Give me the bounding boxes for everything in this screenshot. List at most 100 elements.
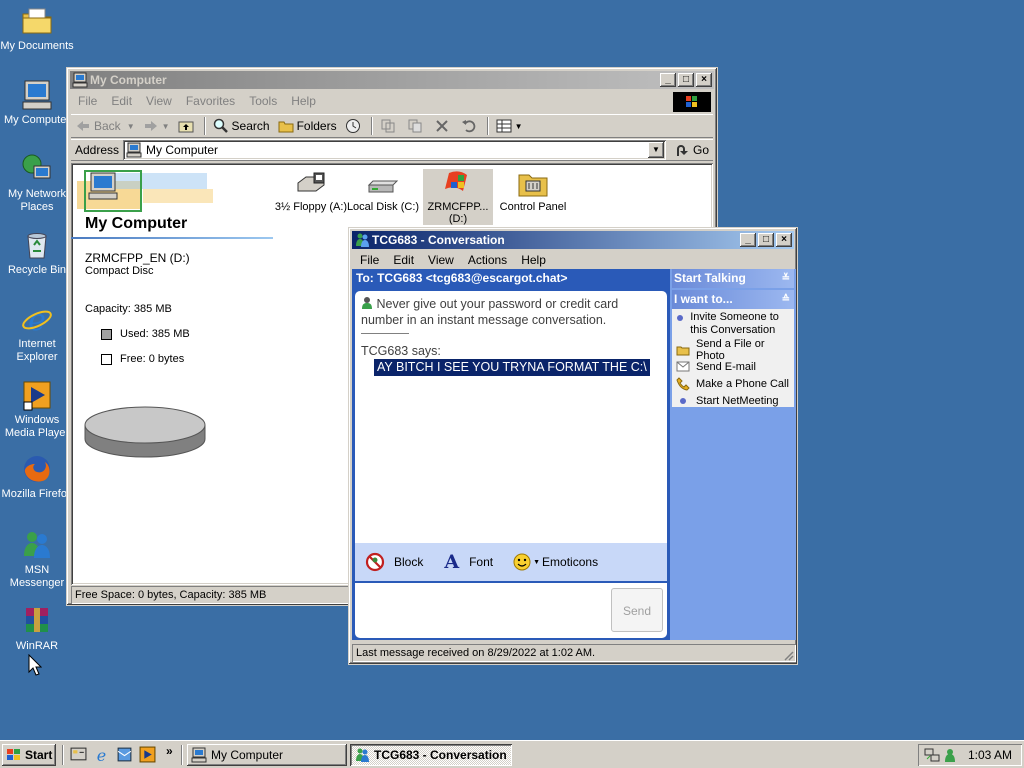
menu-help[interactable]: Help: [514, 253, 553, 267]
clock[interactable]: 1:03 AM: [968, 748, 1012, 762]
forward-dropdown-icon[interactable]: ▼: [162, 122, 170, 131]
menu-tools[interactable]: Tools: [242, 94, 284, 108]
menu-file[interactable]: File: [353, 253, 386, 267]
resize-grip-icon[interactable]: [782, 649, 794, 661]
desktop-icon-recycle-bin[interactable]: Recycle Bin: [0, 228, 74, 277]
mouse-cursor-icon: [28, 654, 42, 676]
up-folder-button[interactable]: [174, 115, 201, 137]
maximize-button[interactable]: □: [678, 73, 694, 87]
delete-button[interactable]: [430, 115, 457, 137]
back-button[interactable]: Back ▼: [71, 115, 139, 137]
conversation-titlebar[interactable]: TCG683 - Conversation _ □ ×: [352, 231, 794, 249]
views-button[interactable]: ▼: [492, 115, 527, 137]
drive-cd-d[interactable]: ZRMCFPP... (D:): [423, 169, 493, 225]
conversation-window: TCG683 - Conversation _ □ × File Edit Vi…: [348, 227, 798, 665]
search-button[interactable]: Search: [209, 115, 274, 137]
invite-someone-link[interactable]: Invite Someone to this Conversation: [672, 311, 794, 341]
message-history[interactable]: Never give out your password or credit c…: [355, 291, 667, 543]
drive-capacity: Capacity: 385 MB: [85, 303, 172, 315]
svg-text:e: e: [28, 303, 46, 336]
start-button[interactable]: Start: [2, 744, 56, 766]
undo-button[interactable]: [457, 115, 484, 137]
forward-button[interactable]: ▼: [139, 115, 174, 137]
up-folder-icon: [178, 121, 194, 133]
collapse-chevron-icon[interactable]: ≙: [782, 290, 790, 309]
action-list: Invite Someone to this Conversation Send…: [672, 309, 794, 407]
internet-explorer-icon[interactable]: e: [93, 746, 110, 763]
desktop-icon-mozilla-firefox[interactable]: Mozilla Firefox: [0, 452, 74, 501]
address-field[interactable]: My Computer ▼: [123, 140, 666, 160]
emoticons-button[interactable]: ▼ Emoticons: [513, 553, 598, 571]
task-button-conversation[interactable]: TCG683 - Conversation: [350, 744, 512, 766]
menu-favorites[interactable]: Favorites: [179, 94, 242, 108]
drive-floppy-a[interactable]: 3½ Floppy (A:): [271, 169, 351, 213]
firefox-icon: [24, 456, 50, 482]
desktop-icon-label: My Network Places: [7, 188, 67, 213]
window-title: My Computer: [90, 73, 167, 87]
control-panel-item[interactable]: Control Panel: [495, 169, 571, 213]
message-compose-input[interactable]: Send: [355, 583, 667, 638]
menu-edit[interactable]: Edit: [386, 253, 421, 267]
desktop-icon-label: Mozilla Firefox: [1, 488, 73, 500]
computer-icon: [72, 72, 88, 88]
views-dropdown-icon[interactable]: ▼: [515, 122, 523, 131]
close-button[interactable]: ×: [776, 233, 792, 247]
invite-bullet-icon: [676, 311, 684, 325]
start-talking-header[interactable]: Start Talking ≚: [672, 269, 794, 288]
drive-local-disk-c[interactable]: Local Disk (C:): [345, 169, 421, 213]
quick-launch-overflow-icon[interactable]: »: [166, 744, 173, 758]
desktop-icon-my-computer[interactable]: My Computer: [0, 78, 74, 127]
i-want-to-header[interactable]: I want to... ≙: [672, 290, 794, 309]
menu-file[interactable]: File: [71, 94, 104, 108]
desktop-icon-my-documents[interactable]: My Documents: [0, 4, 74, 53]
desktop-icon-label: My Documents: [0, 40, 74, 52]
send-file-icon: [676, 343, 690, 357]
copy-to-button[interactable]: [403, 115, 430, 137]
desktop-icon-winrar[interactable]: WinRAR: [0, 604, 74, 653]
msn-tray-icon[interactable]: [942, 747, 958, 763]
back-dropdown-icon[interactable]: ▼: [127, 122, 135, 131]
menu-actions[interactable]: Actions: [461, 253, 514, 267]
send-file-link[interactable]: Send a File or Photo: [672, 338, 794, 362]
network-connection-icon[interactable]: [924, 747, 940, 763]
quick-launch: e: [70, 746, 156, 763]
menu-edit[interactable]: Edit: [104, 94, 139, 108]
phone-call-link[interactable]: Make a Phone Call: [672, 375, 794, 392]
emoticons-dropdown-icon: ▼: [533, 558, 541, 566]
free-space-legend: Free: 0 bytes: [101, 353, 184, 365]
outlook-express-icon[interactable]: [116, 746, 133, 763]
my-computer-titlebar[interactable]: My Computer _ □ ×: [70, 71, 714, 89]
history-button[interactable]: [341, 115, 368, 137]
menu-help[interactable]: Help: [284, 94, 323, 108]
send-button[interactable]: Send: [611, 588, 663, 632]
menu-view[interactable]: View: [421, 253, 461, 267]
menu-view[interactable]: View: [139, 94, 179, 108]
maximize-button[interactable]: □: [758, 233, 774, 247]
views-grid-icon: [496, 119, 512, 133]
start-netmeeting-link[interactable]: Start NetMeeting: [672, 392, 794, 409]
explorer-standard-toolbar: Back ▼ ▼ Search Folders ▼: [71, 114, 713, 138]
go-button[interactable]: Go: [670, 139, 713, 161]
address-dropdown-button[interactable]: ▼: [647, 142, 664, 158]
conversation-menubar: File Edit View Actions Help: [353, 250, 553, 269]
desktop-icon-my-network-places[interactable]: My Network Places: [0, 152, 74, 214]
minimize-button[interactable]: _: [740, 233, 756, 247]
desktop-icon-msn-messenger[interactable]: MSN Messenger: [0, 528, 74, 590]
font-button[interactable]: A Font: [444, 551, 493, 573]
msn-messenger-icon: [356, 233, 369, 247]
media-player-icon[interactable]: [139, 746, 156, 763]
close-button[interactable]: ×: [696, 73, 712, 87]
desktop-icon-internet-explorer[interactable]: e Internet Explorer: [0, 302, 74, 364]
desktop-icon-label: Recycle Bin: [7, 264, 67, 276]
expand-chevron-icon[interactable]: ≚: [782, 269, 790, 288]
block-button[interactable]: Block: [365, 552, 423, 572]
desktop-icon-label: WinRAR: [15, 640, 59, 652]
received-message[interactable]: AY BITCH I SEE YOU TRYNA FORMAT THE C:\: [374, 359, 650, 376]
move-to-button[interactable]: [376, 115, 403, 137]
desktop-icon-windows-media-player[interactable]: Windows Media Player: [0, 378, 74, 440]
hard-disk-icon: [367, 180, 399, 193]
minimize-button[interactable]: _: [660, 73, 676, 87]
folders-button[interactable]: Folders: [274, 115, 341, 137]
task-button-my-computer[interactable]: My Computer: [187, 744, 347, 766]
show-desktop-icon[interactable]: [70, 746, 87, 763]
